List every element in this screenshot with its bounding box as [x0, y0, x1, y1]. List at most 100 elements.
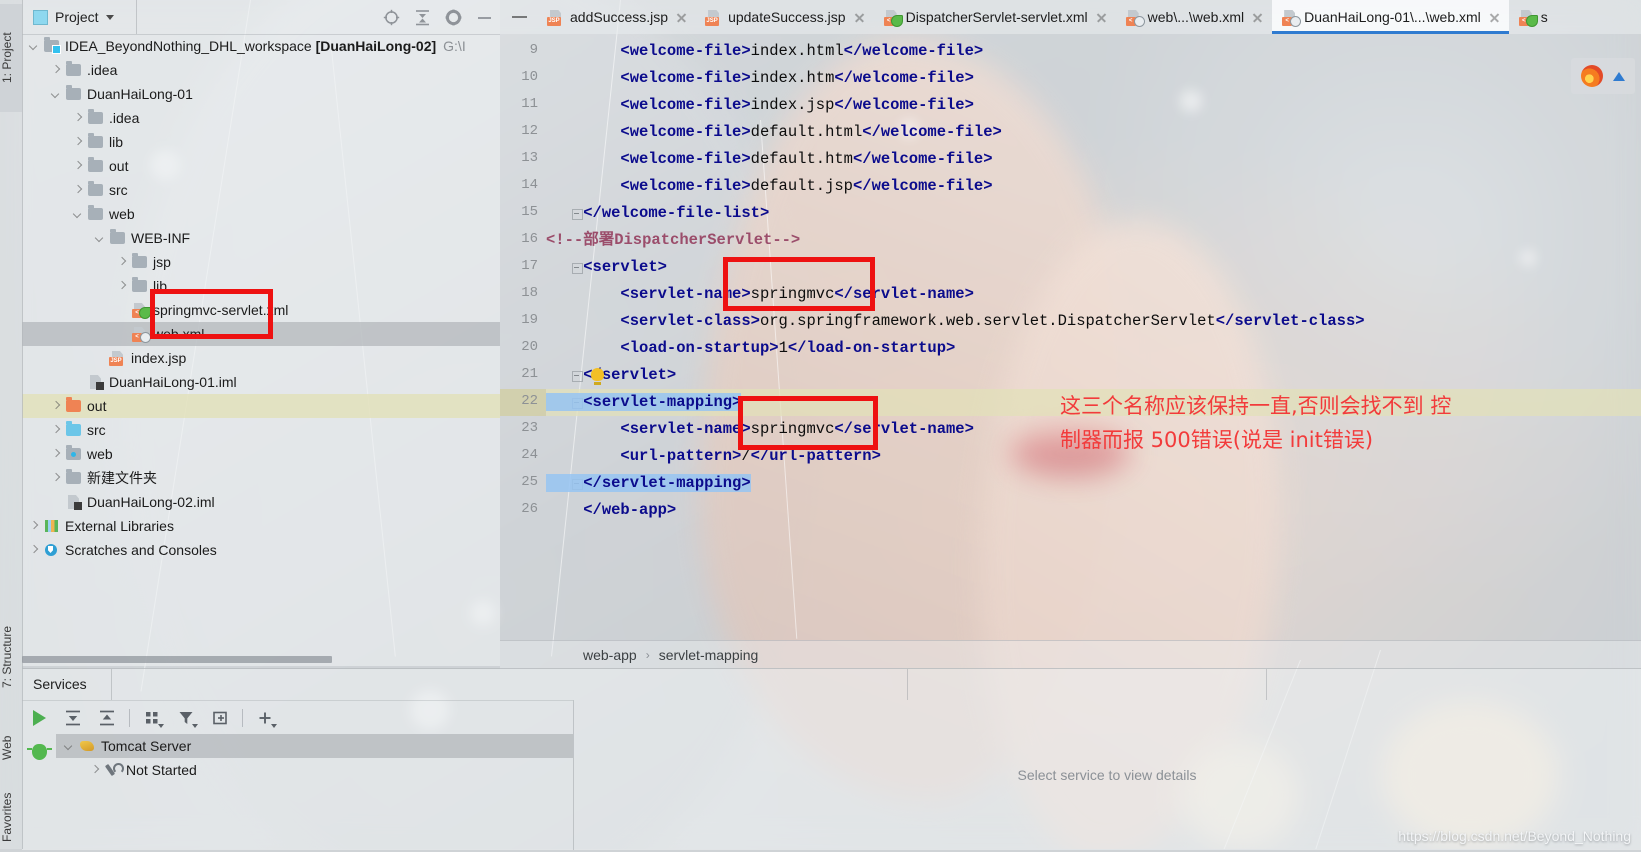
- tool-tab-project[interactable]: 1: Project: [0, 4, 22, 112]
- close-icon[interactable]: [676, 12, 687, 23]
- tree-expand-arrow[interactable]: [73, 161, 84, 172]
- firefox-icon[interactable]: [1581, 65, 1603, 87]
- code-line[interactable]: <welcome-file>index.htm</welcome-file>: [546, 65, 973, 92]
- tree-expand-arrow[interactable]: [29, 545, 40, 556]
- code-editor[interactable]: 9 10 11 12 13 14 15 16 17 18 19 20 21 22 23 24 25 26 <wel…: [500, 34, 1641, 640]
- code-line[interactable]: <welcome-file>default.html</welcome-file…: [546, 119, 1001, 146]
- tree-expand-arrow[interactable]: [117, 305, 128, 316]
- tool-tab-web[interactable]: Web: [0, 718, 22, 778]
- tree-expand-arrow[interactable]: [73, 113, 84, 124]
- breadcrumb-item-1[interactable]: servlet-mapping: [659, 647, 759, 663]
- tool-tab-structure[interactable]: 7: Structure: [0, 600, 22, 714]
- expand-all-icon[interactable]: [56, 701, 90, 735]
- project-tree-row[interactable]: src: [22, 178, 500, 202]
- project-tree-row[interactable]: web: [22, 202, 500, 226]
- gear-icon[interactable]: [445, 9, 462, 26]
- project-tree-row[interactable]: 新建文件夹: [22, 466, 500, 490]
- editor-code-area[interactable]: <welcome-file>index.html</welcome-file> …: [546, 34, 1641, 640]
- project-tree-row[interactable]: .idea: [22, 106, 500, 130]
- project-tree-horizontal-scrollbar[interactable]: [22, 656, 500, 665]
- close-icon[interactable]: [1252, 12, 1263, 23]
- project-tree-row[interactable]: lib: [22, 130, 500, 154]
- code-line[interactable]: </servlet-mapping>: [546, 470, 751, 497]
- editor-tab[interactable]: < web\...\web.xml: [1116, 0, 1272, 34]
- minimize-icon[interactable]: [476, 9, 493, 26]
- code-line[interactable]: <welcome-file>index.jsp</welcome-file>: [546, 92, 973, 119]
- window-minimize-button[interactable]: [500, 0, 538, 34]
- group-by-icon[interactable]: [135, 701, 169, 735]
- tool-tab-favorites[interactable]: Favorites: [0, 782, 22, 852]
- project-tree-row[interactable]: IDEA_BeyondNothing_DHL_workspace [DuanHa…: [22, 34, 500, 58]
- tree-expand-arrow[interactable]: [73, 137, 84, 148]
- code-line[interactable]: </servlet>: [546, 362, 676, 389]
- tree-expand-arrow[interactable]: [51, 401, 62, 412]
- project-tree-row[interactable]: External Libraries: [22, 514, 500, 538]
- code-line[interactable]: <welcome-file>index.html</welcome-file>: [546, 38, 983, 65]
- project-tree-row[interactable]: jsp: [22, 250, 500, 274]
- services-tree-row[interactable]: Tomcat Server: [56, 734, 573, 758]
- chevron-up-icon[interactable]: [1613, 71, 1625, 81]
- project-tree-row[interactable]: web: [22, 442, 500, 466]
- tree-expand-arrow[interactable]: [73, 185, 84, 196]
- tree-expand-arrow[interactable]: [51, 473, 62, 484]
- debug-icon[interactable]: [26, 744, 52, 760]
- breadcrumb-item-0[interactable]: web-app: [583, 647, 637, 663]
- add-icon[interactable]: [248, 701, 282, 735]
- editor-tab[interactable]: JSP addSuccess.jsp: [538, 0, 696, 34]
- project-tree-row[interactable]: DuanHaiLong-02.iml: [22, 490, 500, 514]
- tree-expand-arrow[interactable]: [73, 209, 84, 220]
- close-icon[interactable]: [1096, 12, 1107, 23]
- tree-expand-arrow[interactable]: [64, 741, 75, 752]
- tree-expand-arrow[interactable]: [117, 257, 128, 268]
- tree-expand-arrow[interactable]: [29, 41, 40, 52]
- services-tree[interactable]: Tomcat Server Not Started: [56, 734, 573, 850]
- project-tree-row[interactable]: out: [22, 394, 500, 418]
- intention-bulb-icon[interactable]: [591, 368, 604, 385]
- editor-tab[interactable]: < DispatcherServlet-servlet.xml: [874, 0, 1116, 34]
- project-panel-title-group[interactable]: Project: [22, 0, 137, 34]
- run-button[interactable]: [22, 701, 56, 735]
- tree-expand-arrow[interactable]: [51, 425, 62, 436]
- chevron-down-icon[interactable]: [158, 724, 164, 728]
- editor-tab[interactable]: < DuanHaiLong-01\...\web.xml: [1272, 0, 1509, 34]
- project-tree-row[interactable]: Scratches and Consoles: [22, 538, 500, 562]
- code-line[interactable]: </web-app>: [546, 497, 676, 524]
- project-tree-row[interactable]: out: [22, 154, 500, 178]
- chevron-down-icon[interactable]: [192, 724, 198, 728]
- add-tab-icon[interactable]: [203, 701, 237, 735]
- tree-expand-arrow[interactable]: [51, 65, 62, 76]
- tree-expand-arrow[interactable]: [51, 449, 62, 460]
- code-line[interactable]: <welcome-file>default.jsp</welcome-file>: [546, 173, 992, 200]
- code-line[interactable]: <servlet-class>org.springframework.web.s…: [546, 308, 1364, 335]
- project-tree-row[interactable]: .idea: [22, 58, 500, 82]
- code-line[interactable]: </welcome-file-list>: [546, 200, 769, 227]
- tree-expand-arrow[interactable]: [95, 233, 106, 244]
- code-line[interactable]: <load-on-startup>1</load-on-startup>: [546, 335, 955, 362]
- editor-tab[interactable]: < s: [1509, 0, 1557, 34]
- tree-expand-arrow[interactable]: [51, 89, 62, 100]
- collapse-all-icon[interactable]: [414, 9, 431, 26]
- project-tree-row[interactable]: DuanHaiLong-01.iml: [22, 370, 500, 394]
- chevron-down-icon[interactable]: [105, 14, 114, 20]
- tree-expand-arrow[interactable]: [73, 377, 84, 388]
- editor-tab[interactable]: JSP updateSuccess.jsp: [696, 0, 874, 34]
- tree-expand-arrow[interactable]: [90, 765, 101, 776]
- services-tree-row[interactable]: Not Started: [56, 758, 573, 782]
- locate-icon[interactable]: [383, 9, 400, 26]
- collapse-all-icon[interactable]: [90, 701, 124, 735]
- close-icon[interactable]: [1489, 12, 1500, 23]
- filter-icon[interactable]: [169, 701, 203, 735]
- project-tree-row[interactable]: src: [22, 418, 500, 442]
- browser-preview-widget[interactable]: [1571, 58, 1635, 94]
- code-line[interactable]: <!--部署DispatcherServlet-->: [546, 227, 800, 254]
- code-line[interactable]: <welcome-file>default.htm</welcome-file>: [546, 146, 992, 173]
- project-tree[interactable]: IDEA_BeyondNothing_DHL_workspace [DuanHa…: [22, 34, 500, 648]
- code-line[interactable]: <servlet>: [546, 254, 667, 281]
- project-tree-row[interactable]: WEB-INF: [22, 226, 500, 250]
- tree-expand-arrow[interactable]: [51, 497, 62, 508]
- breadcrumb[interactable]: web-app › servlet-mapping: [500, 640, 1641, 669]
- chevron-down-icon[interactable]: [271, 724, 277, 728]
- tree-expand-arrow[interactable]: [95, 353, 106, 364]
- project-tree-row[interactable]: DuanHaiLong-01: [22, 82, 500, 106]
- editor-gutter[interactable]: 9 10 11 12 13 14 15 16 17 18 19 20 21 22 23 24 25 26: [500, 34, 583, 640]
